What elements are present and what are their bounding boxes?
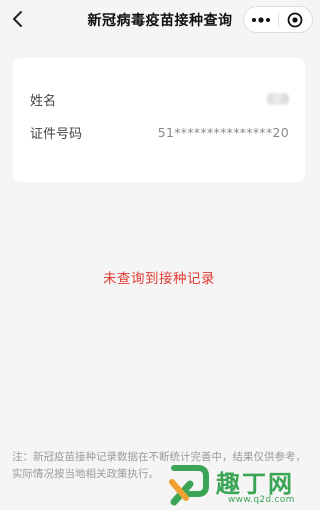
chevron-left-icon — [13, 11, 22, 27]
id-value: 51***************20 — [157, 124, 289, 140]
target-close-icon — [287, 12, 303, 27]
id-row: 证件号码 51***************20 — [30, 122, 289, 142]
close-button[interactable] — [278, 7, 312, 32]
name-row: 姓名 — [30, 89, 289, 109]
watermark: 趣丁网 www.q2d.com — [168, 462, 318, 510]
page-title: 新冠病毒疫苗接种查询 — [87, 13, 233, 29]
name-label: 姓名 — [30, 93, 57, 109]
no-record-message: 未查询到接种记录 — [103, 271, 215, 287]
watermark-logo — [169, 465, 209, 506]
nav-bar: 新冠病毒疫苗接种查询 — [0, 0, 318, 40]
mini-program-capsule — [243, 6, 313, 33]
watermark-url: www.q2d.com — [228, 495, 295, 505]
id-label: 证件号码 — [30, 126, 83, 142]
back-button[interactable] — [6, 7, 28, 31]
name-value-blurred — [267, 93, 289, 105]
watermark-text: 趣丁网 — [216, 470, 294, 498]
more-dots-icon — [251, 16, 270, 23]
more-button[interactable] — [244, 7, 278, 32]
info-card: 姓名 证件号码 51***************20 — [13, 58, 305, 182]
